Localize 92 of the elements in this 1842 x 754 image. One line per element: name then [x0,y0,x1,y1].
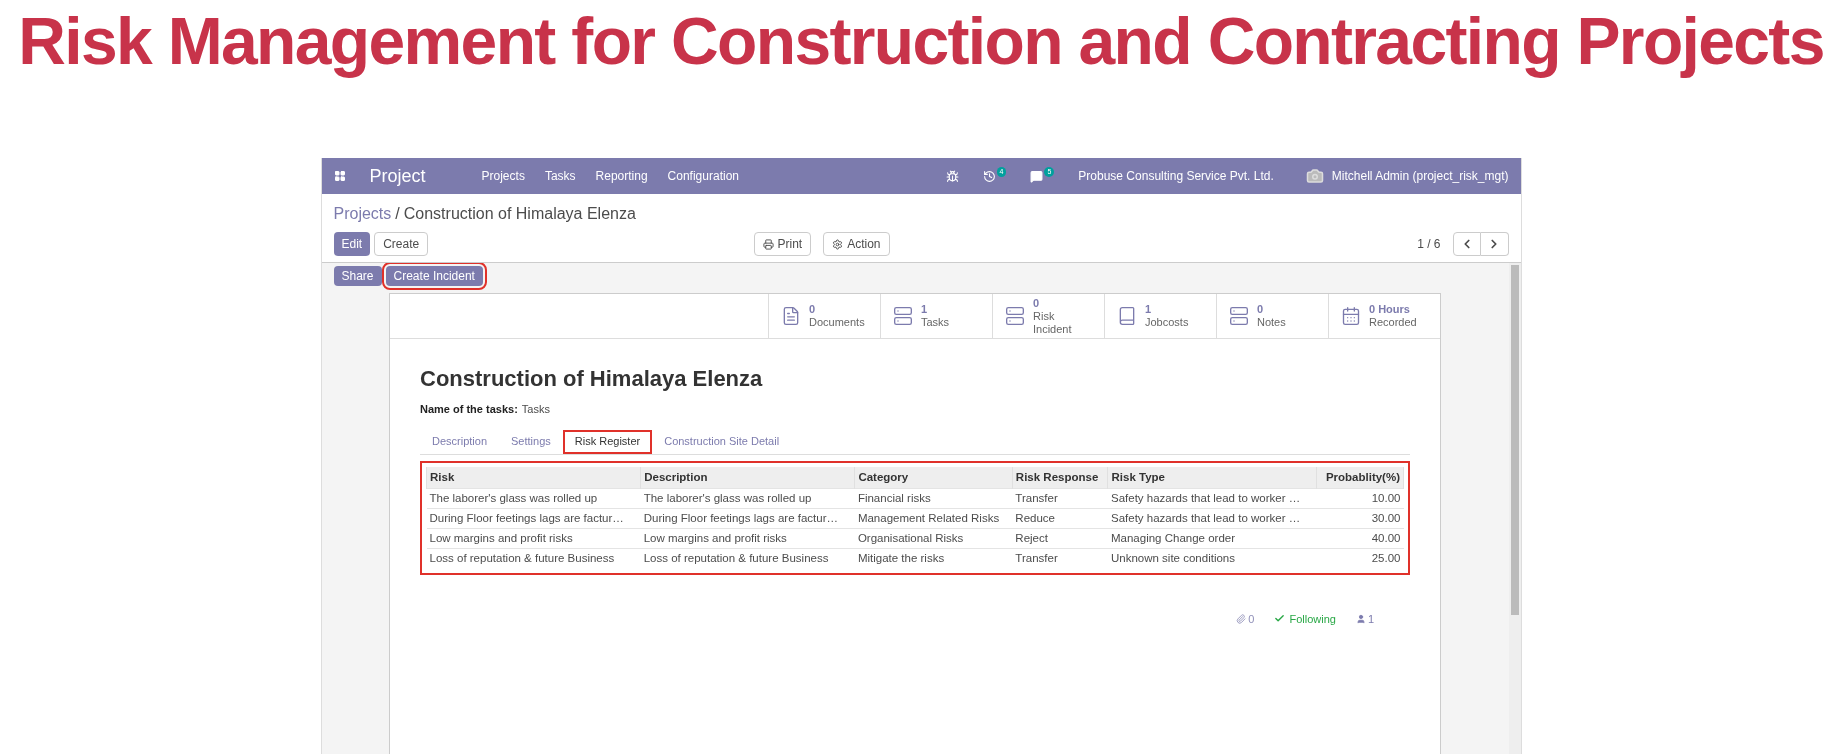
printer-icon [762,238,774,250]
avatar-icon [1305,167,1324,185]
table-cell: 40.00 [1316,528,1404,549]
table-cell: Financial risks [854,488,1013,509]
stat-label: Documents [809,316,865,329]
column-header[interactable]: Description [640,466,855,489]
table-cell: 10.00 [1316,488,1404,509]
stat-value: 1 [921,303,929,316]
breadcrumb-separator: / [395,204,400,224]
paperclip-icon [1236,613,1247,624]
column-header[interactable]: Probablity(%) [1316,466,1404,489]
next-button[interactable] [1480,232,1509,256]
tab[interactable]: Construction Site Detail [652,429,792,454]
record-title: Construction of Himalaya Elenza [420,365,764,393]
attachment-count[interactable]: 0 [1248,610,1255,627]
document-icon [781,306,801,326]
stat-button[interactable]: 0 Documents [768,294,880,338]
app-name: Project [369,164,426,188]
stat-button[interactable]: 0 Risk Incident [992,294,1104,338]
table-cell: Loss of reputation & future Business [640,548,855,569]
following-button[interactable]: Following [1274,610,1336,627]
user-name[interactable]: Mitchell Admin (project_risk_mgt) [1331,167,1509,185]
chat-icon[interactable] [1030,169,1044,183]
user-icon [1355,613,1366,624]
menu-link[interactable]: Reporting [595,167,648,185]
table-cell: During Floor feetings lags are factur… [640,508,855,529]
column-header[interactable]: Risk Response [1012,466,1108,489]
column-header[interactable]: Category [854,466,1013,489]
company-name[interactable]: Probuse Consulting Service Pvt. Ltd. [1078,167,1274,185]
stat-value: 0 [1257,303,1265,316]
column-header[interactable]: Risk [426,466,641,489]
table-cell: Low margins and profit risks [426,528,641,549]
action-button[interactable]: Action [823,232,890,256]
table-cell: Transfer [1012,548,1108,569]
table-cell: Mitigate the risks [854,548,1013,569]
table-cell: Reduce [1012,508,1108,529]
table-cell: Safety hazards that lead to worker … [1108,508,1317,529]
menu-link[interactable]: Projects [481,167,525,185]
stat-value: 0 [809,303,817,316]
table-cell: Managing Change order [1108,528,1317,549]
breadcrumb-link[interactable]: Projects [333,202,392,226]
table-cell: 25.00 [1316,548,1404,569]
stat-button[interactable]: 0 Notes [1216,294,1328,338]
bug-icon[interactable] [945,169,959,183]
tab[interactable]: Description [420,429,500,454]
column-header[interactable]: Risk Type [1108,466,1317,489]
apps-menu-icon[interactable] [333,170,346,182]
stat-label: Jobcosts [1145,316,1189,329]
table-cell: Management Related Risks [854,508,1013,529]
table-cell: 30.00 [1316,508,1404,529]
edit-button[interactable]: Edit [333,232,371,256]
list-icon [1005,306,1025,326]
page-title: Risk Management for Construction and Contracting Projects [17,3,1825,80]
menu-link[interactable]: Configuration [667,167,739,185]
table-cell: Organisational Risks [854,528,1013,549]
tab[interactable]: Risk Register [562,429,653,454]
stat-value: 0 Hours [1369,303,1411,316]
stat-button[interactable]: 0 Hours Recorded [1328,294,1440,338]
follower-count[interactable]: 1 [1367,610,1374,627]
stat-label: Tasks [921,316,950,329]
calendar-icon [1341,306,1361,326]
table-cell: Reject [1012,528,1108,549]
stat-button[interactable]: 1 Tasks [880,294,992,338]
tab[interactable]: Settings [499,429,563,454]
pager-counter: 1 / 6 [1417,236,1441,253]
menu-link[interactable]: Tasks [544,167,576,185]
list-icon [1229,306,1249,326]
activity-icon[interactable] [982,169,996,183]
table-cell: Safety hazards that lead to worker … [1108,488,1317,509]
field-label: Name of the tasks: [420,402,518,417]
stat-value: 0 [1033,296,1041,310]
table-cell: During Floor feetings lags are factur… [426,508,641,529]
table-cell: Unknown site conditions [1108,548,1317,569]
breadcrumb-current: Construction of Himalaya Elenza [403,204,636,224]
table-cell: Low margins and profit risks [640,528,855,549]
book-icon [1117,306,1137,326]
print-button[interactable]: Print [753,232,812,256]
stat-label: Risk Incident [1033,309,1073,336]
field-value: Tasks [521,402,550,417]
list-icon [893,306,913,326]
table-cell: Transfer [1012,488,1108,509]
create-button[interactable]: Create [374,232,429,256]
table-cell: The laborer's glass was rolled up [640,488,855,509]
stat-value: 1 [1145,303,1153,316]
table-cell: The laborer's glass was rolled up [426,488,641,509]
stat-label: Recorded [1369,316,1417,329]
settings-icon [832,238,844,250]
table-cell: Loss of reputation & future Business [426,548,641,569]
stat-label: Notes [1257,316,1286,329]
previous-button[interactable] [1452,232,1481,256]
share-button[interactable]: Share [333,266,382,286]
stat-button[interactable]: 1 Jobcosts [1104,294,1216,338]
